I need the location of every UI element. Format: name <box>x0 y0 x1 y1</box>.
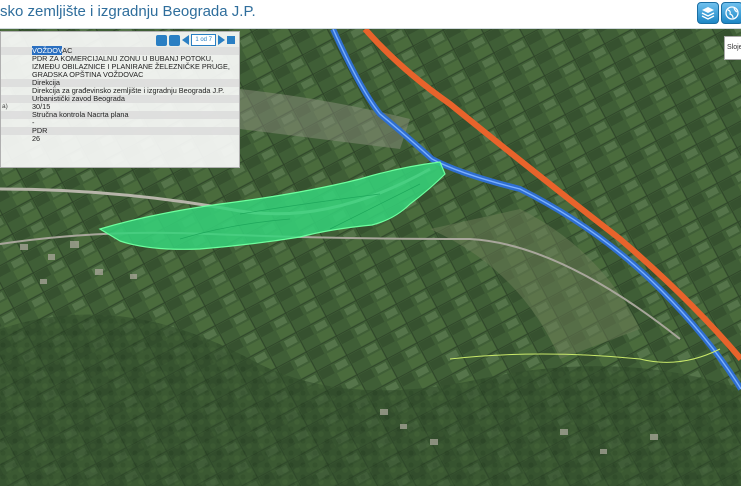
layers-side-button[interactable]: Slojev <box>724 36 741 60</box>
feature-info-panel: 1 od 7 VOŽDOVAC PDR ZA KOMERCIJALNU ZONU… <box>0 31 240 168</box>
attribute-table: VOŽDOVAC PDR ZA KOMERCIJALNU ZONU U BUBA… <box>1 46 239 143</box>
row-label: a) <box>2 103 8 110</box>
row-value: Urbanistički zavod Beograda <box>32 94 125 103</box>
page-indicator: 1 od 7 <box>191 34 216 46</box>
row-value: Stručna kontrola Nacrta plana <box>32 110 129 119</box>
close-info-button[interactable] <box>227 36 235 44</box>
table-row: Stručna kontrola Nacrta plana <box>1 111 239 119</box>
globe-icon <box>725 6 739 20</box>
row-value: 26 <box>32 134 41 143</box>
row-label <box>1 119 32 127</box>
next-feature-button[interactable] <box>218 35 225 45</box>
row-label <box>1 87 32 95</box>
row-label <box>1 95 32 103</box>
row-value: - <box>32 118 35 127</box>
app-title: sko zemljište i izgradnju Beograda J.P. <box>0 3 256 20</box>
row-value: PDR <box>32 126 48 135</box>
table-row: 26 <box>1 135 239 143</box>
app-header: sko zemljište i izgradnju Beograda J.P. <box>0 0 741 29</box>
table-row: PDR ZA KOMERCIJALNU ZONU U BUBANJ POTOKU… <box>1 55 239 79</box>
layers-icon <box>701 7 715 20</box>
row-label <box>1 79 32 87</box>
refresh-button[interactable] <box>169 34 181 46</box>
row-label <box>1 127 32 135</box>
layers-button[interactable] <box>697 2 719 24</box>
row-value: PDR ZA KOMERCIJALNU ZONU U BUBANJ POTOKU… <box>32 54 230 79</box>
info-toolbar: 1 od 7 <box>156 34 235 46</box>
row-label <box>1 55 32 79</box>
globe-button[interactable] <box>721 2 741 24</box>
zoom-to-feature-button[interactable] <box>156 34 168 46</box>
row-label <box>1 111 32 119</box>
row-label <box>1 47 32 55</box>
previous-feature-button[interactable] <box>182 35 190 45</box>
row-label <box>1 135 32 143</box>
